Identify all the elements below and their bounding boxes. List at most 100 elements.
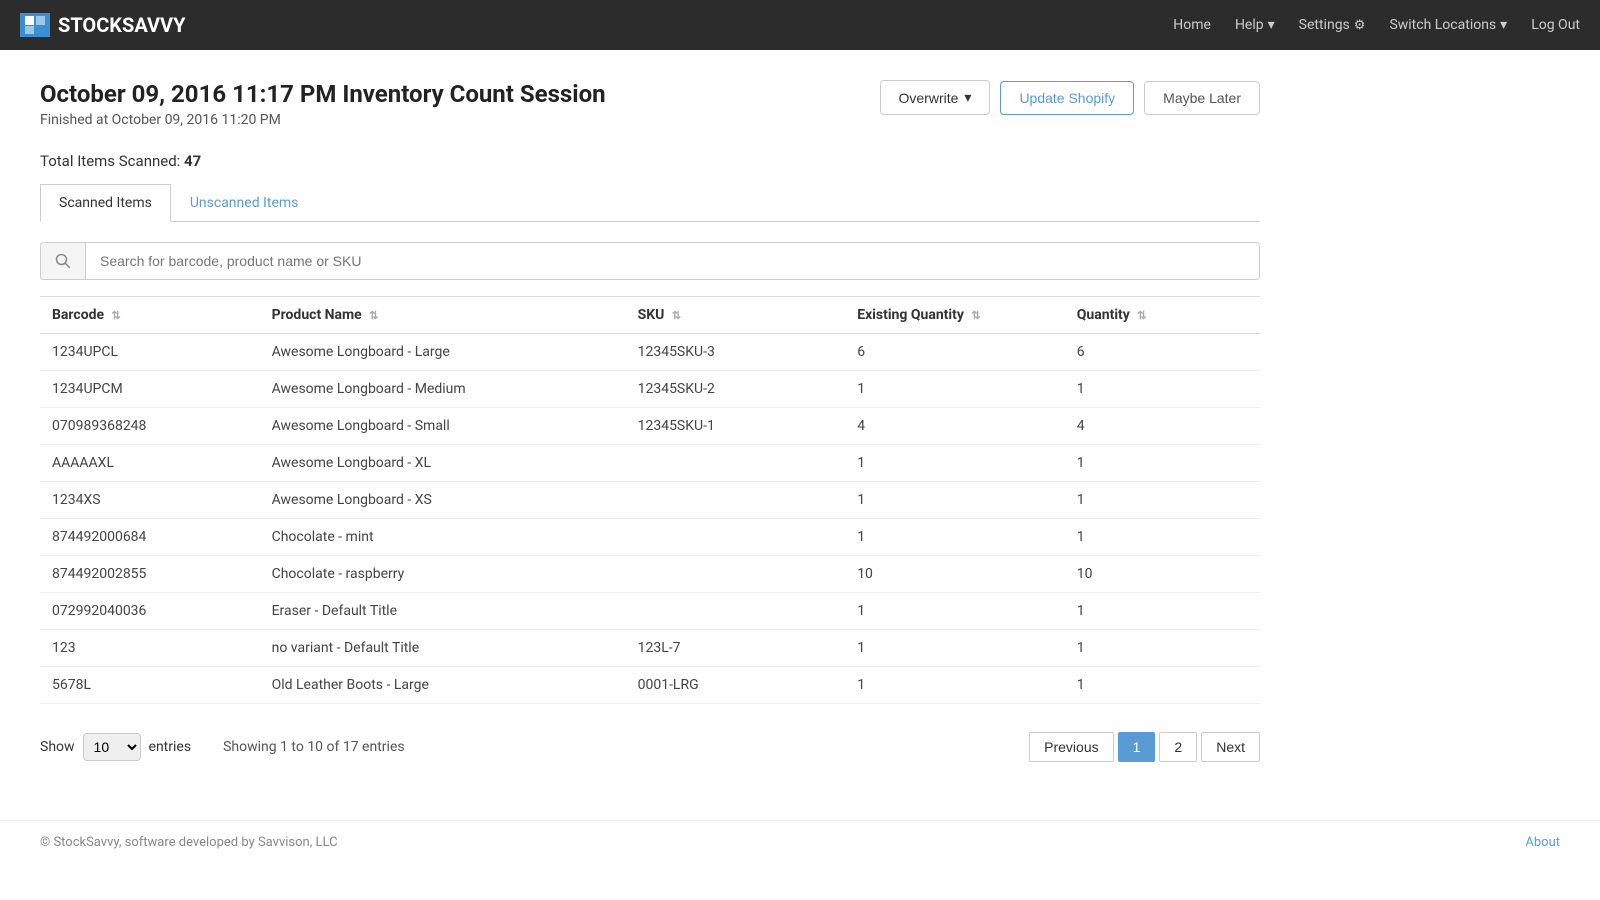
pagination-controls: Previous 1 2 Next — [1029, 732, 1260, 762]
table-row: 5678L Old Leather Boots - Large 0001-LRG… — [40, 667, 1260, 704]
cell-sku: 123L-7 — [626, 630, 846, 667]
cell-existing-qty: 10 — [845, 556, 1065, 593]
cell-sku — [626, 482, 846, 519]
cell-sku — [626, 556, 846, 593]
cell-sku — [626, 445, 846, 482]
total-items: Total Items Scanned: 47 — [40, 152, 1260, 170]
scanned-items-table: Barcode ⇅ Product Name ⇅ SKU ⇅ Existing … — [40, 296, 1260, 704]
cell-barcode: 5678L — [40, 667, 260, 704]
nav-item-settings[interactable]: Settings ⚙ — [1299, 17, 1366, 33]
table-header: Barcode ⇅ Product Name ⇅ SKU ⇅ Existing … — [40, 297, 1260, 334]
cell-product-name: no variant - Default Title — [260, 630, 626, 667]
switch-locations-caret-icon: ▾ — [1500, 17, 1507, 33]
nav-item-help[interactable]: Help ▾ — [1235, 17, 1275, 33]
cell-barcode: 874492000684 — [40, 519, 260, 556]
cell-sku: 12345SKU-3 — [626, 334, 846, 371]
nav-item-logout[interactable]: Log Out — [1531, 17, 1580, 33]
cell-sku — [626, 593, 846, 630]
col-header-sku[interactable]: SKU ⇅ — [626, 297, 846, 334]
overwrite-caret-icon: ▾ — [964, 89, 971, 106]
col-header-existing-qty[interactable]: Existing Quantity ⇅ — [845, 297, 1065, 334]
table-row: AAAAAXL Awesome Longboard - XL 1 1 — [40, 445, 1260, 482]
pagination-row: Show 10 25 50 100 entries Showing 1 to 1… — [40, 724, 1260, 770]
cell-existing-qty: 1 — [845, 371, 1065, 408]
header-actions: Overwrite ▾ Update Shopify Maybe Later — [880, 80, 1261, 115]
page-1-button[interactable]: 1 — [1118, 732, 1156, 762]
search-icon — [41, 243, 86, 279]
cell-product-name: Awesome Longboard - Medium — [260, 371, 626, 408]
show-entries: Show 10 25 50 100 entries — [40, 733, 191, 761]
navbar: STOCKSAVVY Home Help ▾ Settings ⚙ Switch… — [0, 0, 1600, 50]
cell-quantity: 10 — [1065, 556, 1260, 593]
cell-barcode: 1234UPCM — [40, 371, 260, 408]
cell-sku: 12345SKU-1 — [626, 408, 846, 445]
page-header: October 09, 2016 11:17 PM Inventory Coun… — [40, 80, 1260, 128]
cell-sku: 0001-LRG — [626, 667, 846, 704]
cell-sku — [626, 519, 846, 556]
cell-existing-qty: 1 — [845, 667, 1065, 704]
sort-sku-icon: ⇅ — [672, 309, 681, 322]
cell-quantity: 1 — [1065, 593, 1260, 630]
brand-name: STOCKSAVVY — [58, 13, 186, 37]
nav-item-switch-locations[interactable]: Switch Locations ▾ — [1389, 17, 1507, 33]
cell-product-name: Old Leather Boots - Large — [260, 667, 626, 704]
next-button[interactable]: Next — [1201, 732, 1260, 762]
table-row: 874492000684 Chocolate - mint 1 1 — [40, 519, 1260, 556]
overwrite-button[interactable]: Overwrite ▾ — [880, 80, 991, 115]
cell-product-name: Awesome Longboard - Large — [260, 334, 626, 371]
col-header-product-name[interactable]: Product Name ⇅ — [260, 297, 626, 334]
table-row: 123 no variant - Default Title 123L-7 1 … — [40, 630, 1260, 667]
sort-existing-qty-icon: ⇅ — [971, 309, 980, 322]
cell-existing-qty: 1 — [845, 445, 1065, 482]
cell-quantity: 1 — [1065, 445, 1260, 482]
sort-quantity-icon: ⇅ — [1137, 309, 1146, 322]
col-header-quantity[interactable]: Quantity ⇅ — [1065, 297, 1260, 334]
cell-barcode: 874492002855 — [40, 556, 260, 593]
cell-barcode: 1234UPCL — [40, 334, 260, 371]
tabs: Scanned Items Unscanned Items — [40, 184, 1260, 222]
cell-existing-qty: 1 — [845, 482, 1065, 519]
page-2-button[interactable]: 2 — [1159, 732, 1197, 762]
entries-info: Showing 1 to 10 of 17 entries — [223, 739, 405, 755]
table-row: 874492002855 Chocolate - raspberry 10 10 — [40, 556, 1260, 593]
maybe-later-button[interactable]: Maybe Later — [1144, 81, 1260, 115]
footer: © StockSavvy, software developed by Savv… — [0, 820, 1600, 864]
cell-existing-qty: 1 — [845, 593, 1065, 630]
tab-unscanned-items[interactable]: Unscanned Items — [171, 184, 318, 222]
cell-product-name: Awesome Longboard - XL — [260, 445, 626, 482]
cell-existing-qty: 1 — [845, 630, 1065, 667]
cell-quantity: 1 — [1065, 630, 1260, 667]
cell-quantity: 6 — [1065, 334, 1260, 371]
cell-barcode: 1234XS — [40, 482, 260, 519]
table-row: 1234UPCL Awesome Longboard - Large 12345… — [40, 334, 1260, 371]
sort-product-icon: ⇅ — [369, 309, 378, 322]
brand-logo[interactable]: STOCKSAVVY — [20, 13, 186, 37]
settings-gear-icon: ⚙ — [1354, 18, 1366, 33]
cell-quantity: 1 — [1065, 371, 1260, 408]
cell-quantity: 1 — [1065, 482, 1260, 519]
page-title-block: October 09, 2016 11:17 PM Inventory Coun… — [40, 80, 606, 128]
cell-product-name: Eraser - Default Title — [260, 593, 626, 630]
update-shopify-button[interactable]: Update Shopify — [1000, 81, 1134, 115]
cell-existing-qty: 1 — [845, 519, 1065, 556]
table-row: 1234XS Awesome Longboard - XS 1 1 — [40, 482, 1260, 519]
help-caret-icon: ▾ — [1268, 17, 1275, 33]
page-subtitle: Finished at October 09, 2016 11:20 PM — [40, 112, 606, 128]
col-header-barcode[interactable]: Barcode ⇅ — [40, 297, 260, 334]
search-input[interactable] — [86, 243, 1259, 279]
cell-sku: 12345SKU-2 — [626, 371, 846, 408]
cell-product-name: Awesome Longboard - XS — [260, 482, 626, 519]
cell-existing-qty: 4 — [845, 408, 1065, 445]
nav-item-home[interactable]: Home — [1173, 17, 1211, 33]
cell-quantity: 1 — [1065, 667, 1260, 704]
previous-button[interactable]: Previous — [1029, 732, 1113, 762]
cell-quantity: 4 — [1065, 408, 1260, 445]
table-row: 1234UPCM Awesome Longboard - Medium 1234… — [40, 371, 1260, 408]
entries-per-page-select[interactable]: 10 25 50 100 — [83, 733, 141, 761]
cell-product-name: Chocolate - raspberry — [260, 556, 626, 593]
main-content: October 09, 2016 11:17 PM Inventory Coun… — [0, 50, 1300, 800]
footer-about-link[interactable]: About — [1525, 835, 1560, 850]
cell-barcode: 123 — [40, 630, 260, 667]
cell-barcode: 072992040036 — [40, 593, 260, 630]
tab-scanned-items[interactable]: Scanned Items — [40, 184, 171, 222]
